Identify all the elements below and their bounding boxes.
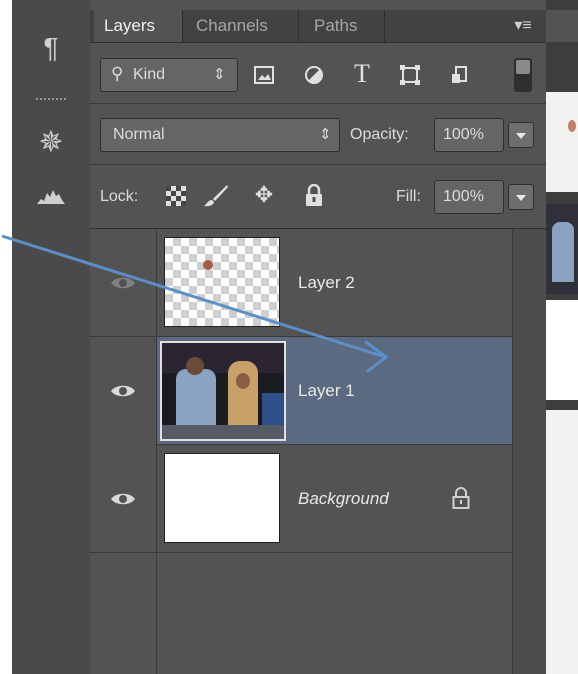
annotation-arrow <box>1 234 388 373</box>
